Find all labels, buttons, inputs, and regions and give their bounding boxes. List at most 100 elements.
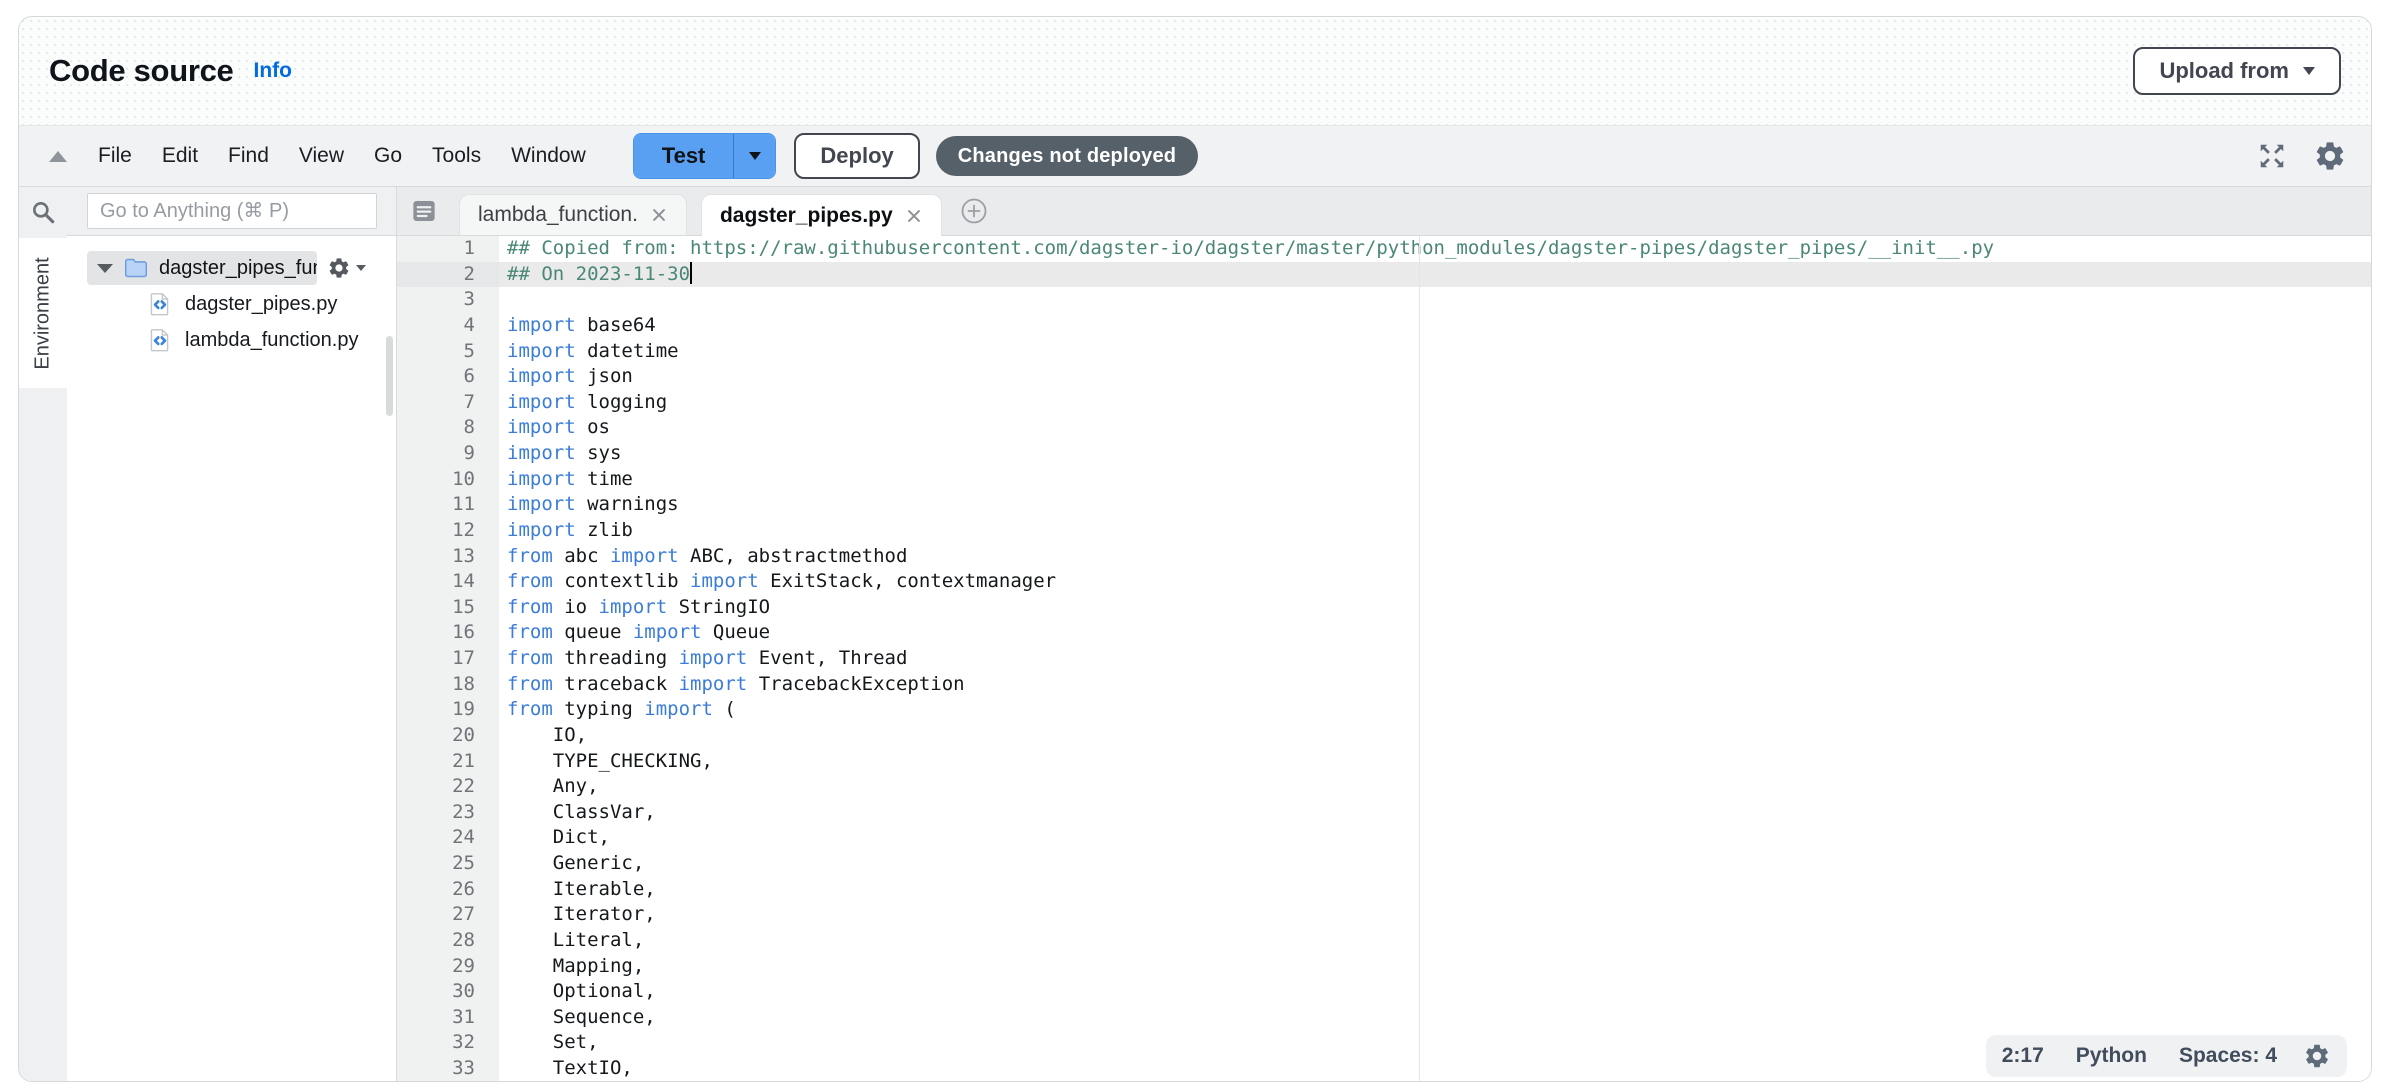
line-number[interactable]: 4 — [397, 313, 499, 339]
line-number[interactable]: 32 — [397, 1030, 499, 1056]
code-line[interactable]: 8import os — [397, 415, 2371, 441]
line-number[interactable]: 27 — [397, 902, 499, 928]
line-number[interactable]: 20 — [397, 723, 499, 749]
code-line[interactable]: 11import warnings — [397, 492, 2371, 518]
line-number[interactable]: 26 — [397, 877, 499, 903]
code-line[interactable]: 3 — [397, 287, 2371, 313]
upload-from-button[interactable]: Upload from — [2133, 47, 2341, 95]
line-number[interactable]: 1 — [397, 236, 499, 262]
line-number[interactable]: 23 — [397, 800, 499, 826]
line-number[interactable]: 9 — [397, 441, 499, 467]
code-line[interactable]: 29 Mapping, — [397, 954, 2371, 980]
tree-file-lambda_function.py[interactable]: lambda_function.py — [67, 322, 396, 358]
code-line[interactable]: 18from traceback import TracebackExcepti… — [397, 672, 2371, 698]
fullscreen-icon[interactable] — [2257, 141, 2287, 171]
line-number[interactable]: 28 — [397, 928, 499, 954]
language-mode[interactable]: Python — [2076, 1044, 2147, 1068]
cursor-position[interactable]: 2:17 — [2002, 1044, 2044, 1068]
info-link[interactable]: Info — [253, 59, 291, 83]
go-to-anything-input[interactable] — [87, 193, 377, 229]
line-number[interactable]: 10 — [397, 467, 499, 493]
tree-folder-row[interactable]: dagster_pipes_funct — [87, 251, 317, 285]
line-number[interactable]: 7 — [397, 390, 499, 416]
status-settings-gear-icon[interactable] — [2303, 1042, 2331, 1070]
code-line[interactable]: 26 Iterable, — [397, 877, 2371, 903]
code-line[interactable]: 13from abc import ABC, abstractmethod — [397, 544, 2371, 570]
code-line[interactable]: 17from threading import Event, Thread — [397, 646, 2371, 672]
editor-tab-dagster_pipes.py[interactable]: dagster_pipes.py — [701, 194, 942, 236]
menu-item-window[interactable]: Window — [496, 144, 601, 168]
code-line[interactable]: 1## Copied from: https://raw.githubuserc… — [397, 236, 2371, 262]
deploy-button[interactable]: Deploy — [794, 133, 919, 179]
editor-tab-lambda_function.[interactable]: lambda_function. — [459, 194, 687, 235]
line-number[interactable]: 18 — [397, 672, 499, 698]
line-number[interactable]: 12 — [397, 518, 499, 544]
close-icon[interactable] — [650, 206, 668, 224]
new-tab-plus-icon[interactable] — [960, 197, 988, 225]
indent-setting[interactable]: Spaces: 4 — [2179, 1044, 2277, 1068]
line-number[interactable]: 30 — [397, 979, 499, 1005]
line-number[interactable]: 2 — [397, 262, 499, 288]
folder-expander-icon[interactable] — [97, 264, 113, 273]
line-number[interactable]: 19 — [397, 697, 499, 723]
line-number[interactable]: 6 — [397, 364, 499, 390]
close-icon[interactable] — [905, 207, 923, 225]
code-line[interactable]: 14from contextlib import ExitStack, cont… — [397, 569, 2371, 595]
folder-icon — [123, 255, 149, 281]
line-number[interactable]: 24 — [397, 825, 499, 851]
tree-settings-button[interactable] — [327, 256, 366, 280]
code-line[interactable]: 5import datetime — [397, 339, 2371, 365]
code-line[interactable]: 24 Dict, — [397, 825, 2371, 851]
menu-item-file[interactable]: File — [83, 144, 147, 168]
line-number[interactable]: 16 — [397, 620, 499, 646]
line-number[interactable]: 17 — [397, 646, 499, 672]
code-line[interactable]: 31 Sequence, — [397, 1005, 2371, 1031]
collapse-menubar-icon[interactable] — [49, 151, 67, 162]
code-line[interactable]: 25 Generic, — [397, 851, 2371, 877]
code-line[interactable]: 2## On 2023-11-30 — [397, 262, 2371, 288]
tab-label: lambda_function. — [478, 203, 638, 227]
line-number[interactable]: 29 — [397, 954, 499, 980]
code-line[interactable]: 6import json — [397, 364, 2371, 390]
editor-settings-gear-icon[interactable] — [2313, 139, 2347, 173]
line-number[interactable]: 31 — [397, 1005, 499, 1031]
line-number[interactable]: 25 — [397, 851, 499, 877]
line-number[interactable]: 8 — [397, 415, 499, 441]
code-line[interactable]: 7import logging — [397, 390, 2371, 416]
line-number[interactable]: 21 — [397, 749, 499, 775]
code-line[interactable]: 9import sys — [397, 441, 2371, 467]
line-number[interactable]: 33 — [397, 1056, 499, 1081]
tree-file-dagster_pipes.py[interactable]: dagster_pipes.py — [67, 286, 396, 322]
line-number[interactable]: 3 — [397, 287, 499, 313]
code-line[interactable]: 4import base64 — [397, 313, 2371, 339]
code-editor[interactable]: 1## Copied from: https://raw.githubuserc… — [397, 236, 2371, 1081]
code-line[interactable]: 19from typing import ( — [397, 697, 2371, 723]
line-number[interactable]: 11 — [397, 492, 499, 518]
code-line[interactable]: 12import zlib — [397, 518, 2371, 544]
sidebar-scrollbar[interactable] — [386, 336, 393, 416]
code-line[interactable]: 28 Literal, — [397, 928, 2371, 954]
line-number[interactable]: 13 — [397, 544, 499, 570]
code-line[interactable]: 15from io import StringIO — [397, 595, 2371, 621]
code-line[interactable]: 21 TYPE_CHECKING, — [397, 749, 2371, 775]
environment-panel-tab[interactable]: Environment — [19, 238, 67, 388]
code-line[interactable]: 20 IO, — [397, 723, 2371, 749]
line-number[interactable]: 5 — [397, 339, 499, 365]
menu-item-tools[interactable]: Tools — [417, 144, 496, 168]
line-number[interactable]: 22 — [397, 774, 499, 800]
menu-item-find[interactable]: Find — [213, 144, 284, 168]
code-line[interactable]: 30 Optional, — [397, 979, 2371, 1005]
code-line[interactable]: 22 Any, — [397, 774, 2371, 800]
tab-list-icon[interactable] — [409, 196, 439, 226]
line-number[interactable]: 15 — [397, 595, 499, 621]
menu-item-view[interactable]: View — [284, 144, 359, 168]
menu-item-go[interactable]: Go — [359, 144, 417, 168]
test-dropdown-button[interactable] — [733, 134, 775, 178]
code-line[interactable]: 23 ClassVar, — [397, 800, 2371, 826]
test-button[interactable]: Test — [634, 134, 734, 178]
code-line[interactable]: 10import time — [397, 467, 2371, 493]
code-line[interactable]: 27 Iterator, — [397, 902, 2371, 928]
code-line[interactable]: 16from queue import Queue — [397, 620, 2371, 646]
menu-item-edit[interactable]: Edit — [147, 144, 213, 168]
line-number[interactable]: 14 — [397, 569, 499, 595]
